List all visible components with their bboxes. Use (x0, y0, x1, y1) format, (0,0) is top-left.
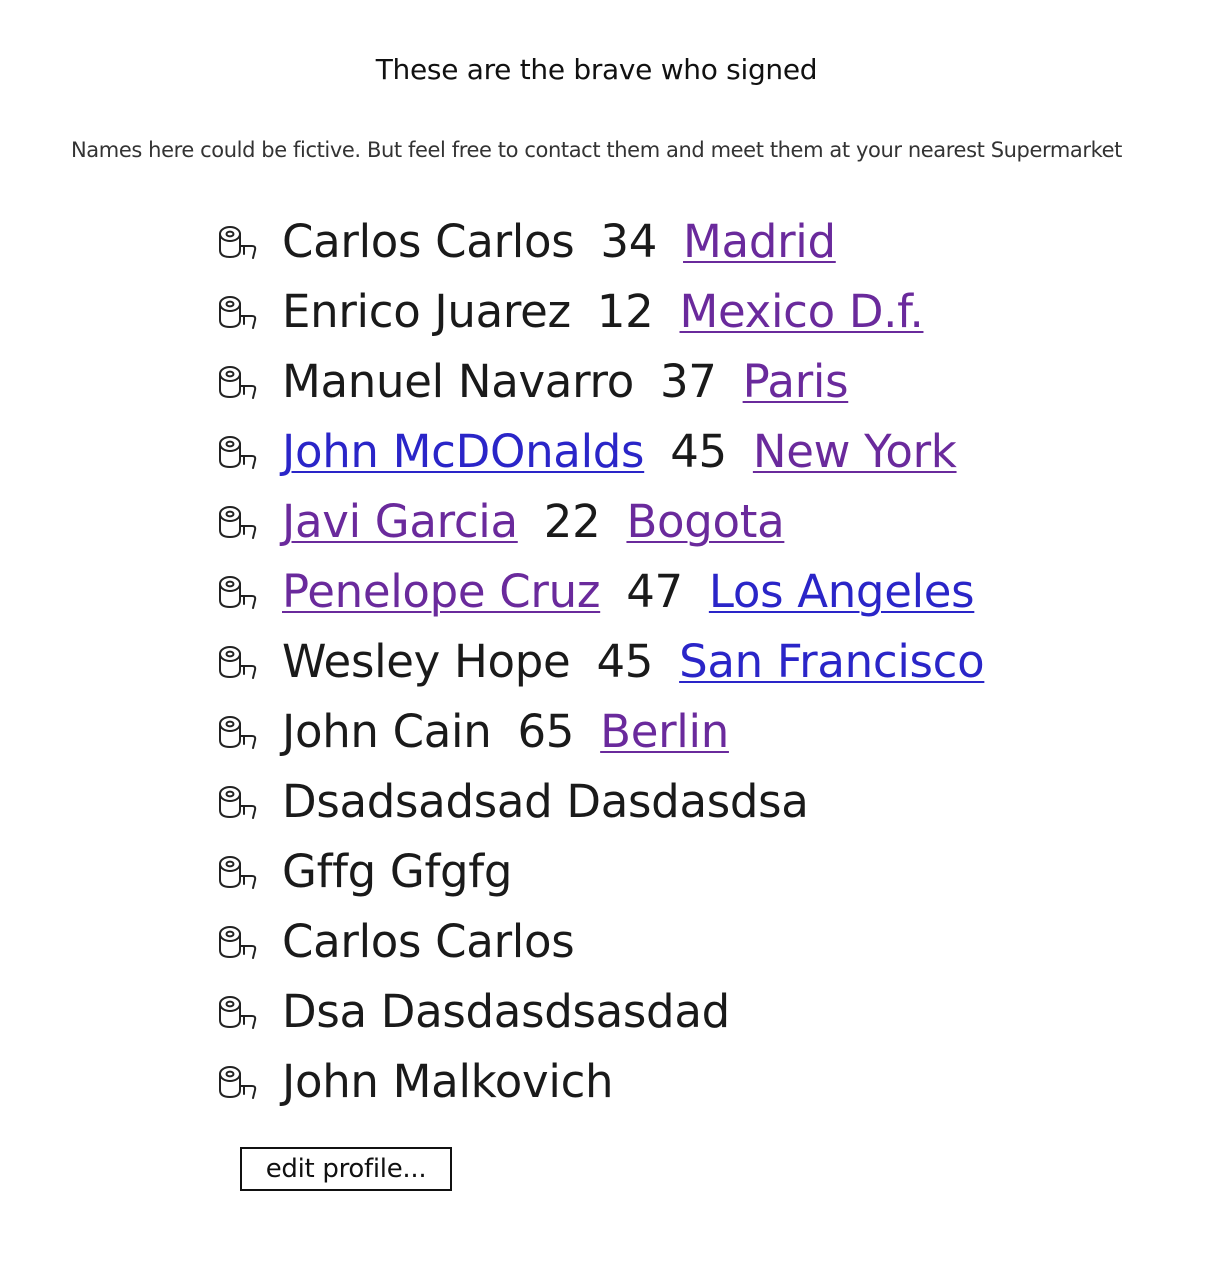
toilet-paper-roll-icon (218, 922, 260, 962)
signer-age: 47 (626, 565, 683, 618)
signer-row: John Cain 65 Berlin (218, 697, 984, 767)
toilet-paper-roll-icon (218, 222, 260, 262)
page-subtitle: Names here could be fictive. But feel fr… (70, 138, 1123, 162)
signer-age: 45 (670, 425, 727, 478)
signer-row: Dsadsadsad Dasdasdsa (218, 767, 984, 837)
page-title: These are the brave who signed (375, 53, 818, 86)
signer-row: Enrico Juarez 12 Mexico D.f. (218, 277, 984, 347)
signer-city-link[interactable]: Madrid (683, 207, 836, 277)
signer-city-link[interactable]: Bogota (626, 487, 784, 557)
edit-profile-button[interactable]: edit profile... (240, 1147, 452, 1191)
signer-city-link[interactable]: New York (753, 417, 957, 487)
signer-name: Enrico Juarez (282, 285, 571, 338)
signer-name: Wesley Hope (282, 635, 571, 688)
toilet-paper-roll-icon (218, 642, 260, 682)
signer-row: Carlos Carlos (218, 907, 984, 977)
toilet-paper-roll-icon (218, 712, 260, 752)
signer-age: 37 (659, 355, 717, 408)
signer-row: Carlos Carlos 34 Madrid (218, 207, 984, 277)
toilet-paper-roll-icon (218, 502, 260, 542)
toilet-paper-roll-icon (218, 782, 260, 822)
signer-row: John Malkovich (218, 1047, 984, 1117)
toilet-paper-roll-icon (218, 362, 260, 402)
signer-name[interactable]: Penelope Cruz (282, 557, 600, 627)
signer-age: 45 (596, 635, 654, 688)
signer-name: Carlos Carlos (282, 215, 575, 268)
toilet-paper-roll-icon (218, 572, 260, 612)
signer-name: Dsadsadsad Dasdasdsa (282, 775, 809, 828)
signer-age: 12 (596, 285, 654, 338)
signer-name[interactable]: John McDOnalds (282, 417, 645, 487)
signer-row: Penelope Cruz 47 Los Angeles (218, 557, 984, 627)
toilet-paper-roll-icon (218, 992, 260, 1032)
signer-row: Wesley Hope 45 San Francisco (218, 627, 985, 697)
toilet-paper-roll-icon (218, 292, 260, 332)
signer-row: Gffg Gfgfg (218, 837, 984, 907)
signer-city-link[interactable]: San Francisco (679, 627, 985, 697)
signer-row: Javi Garcia 22 Bogota (218, 487, 984, 557)
signer-name: John Cain (282, 705, 492, 758)
signer-age: 34 (600, 215, 658, 268)
toilet-paper-roll-icon (218, 432, 260, 472)
signer-age: 65 (517, 705, 575, 758)
signer-name: Manuel Navarro (282, 355, 634, 408)
signer-city-link[interactable]: Paris (743, 347, 849, 417)
signer-city-link[interactable]: Mexico D.f. (680, 277, 924, 347)
signer-city-link[interactable]: Los Angeles (709, 557, 975, 627)
signer-row: John McDOnalds 45 New York (218, 417, 984, 487)
signer-list: Carlos Carlos 34 Madrid Enrico Juarez 12 Mexi… (218, 207, 985, 1117)
signer-name: John Malkovich (282, 1055, 614, 1108)
signer-age: 22 (543, 495, 601, 548)
signer-name: Gffg Gfgfg (282, 845, 513, 898)
signer-row: Dsa Dasdasdsasdad (218, 977, 984, 1047)
signer-name: Dsa Dasdasdsasdad (282, 985, 730, 1038)
signer-row: Manuel Navarro 37 Paris (218, 347, 984, 417)
signer-city-link[interactable]: Berlin (600, 697, 729, 767)
toilet-paper-roll-icon (218, 852, 260, 892)
signer-name: Carlos Carlos (282, 915, 575, 968)
toilet-paper-roll-icon (218, 1062, 260, 1102)
signer-name[interactable]: Javi Garcia (282, 487, 518, 557)
